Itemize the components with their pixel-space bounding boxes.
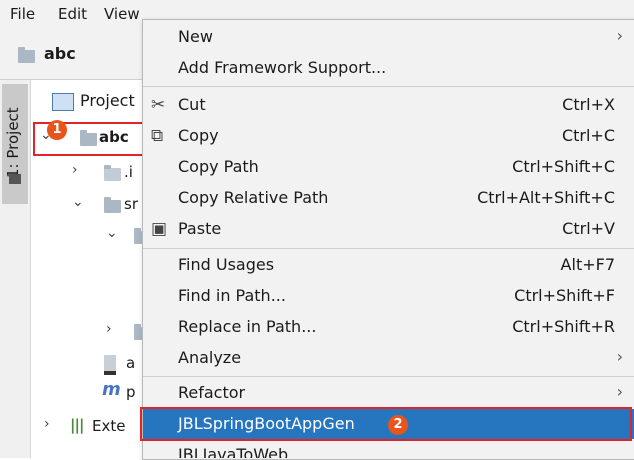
- menu-separator: [143, 248, 634, 249]
- menu-item-jbljavatoweb[interactable]: JBLJavaToWeb: [143, 440, 634, 458]
- maven-icon: m: [102, 379, 121, 400]
- breadcrumb-project[interactable]: abc: [44, 44, 76, 63]
- context-menu: New › Add Framework Support... ✂ Cut Ctr…: [142, 19, 634, 460]
- menu-item-label: Replace in Path...: [178, 317, 317, 336]
- step-badge-1: 1: [47, 120, 67, 140]
- menu-item-refactor[interactable]: Refactor ›: [143, 378, 634, 408]
- menu-item-shortcut: Alt+F7: [560, 255, 615, 274]
- libraries-icon: |||: [70, 416, 84, 434]
- tree-row-src[interactable]: ⌄ sr: [68, 191, 142, 217]
- menu-item-copy-relative-path[interactable]: Copy Relative Path Ctrl+Alt+Shift+C: [143, 183, 634, 213]
- menu-item-find-in-path[interactable]: Find in Path... Ctrl+Shift+F: [143, 281, 634, 311]
- folder-icon: [104, 197, 121, 213]
- menu-item-label: New: [178, 27, 213, 46]
- menu-item-cut[interactable]: ✂ Cut Ctrl+X: [143, 90, 634, 120]
- menu-item-shortcut: Ctrl+C: [561, 126, 615, 145]
- menu-item-analyze[interactable]: Analyze ›: [143, 343, 634, 373]
- menu-item-label: Analyze: [178, 348, 242, 367]
- tree-row-file-p[interactable]: m p: [98, 379, 142, 405]
- project-tab-icon: [9, 174, 21, 184]
- step-badge-2: 2: [388, 415, 408, 435]
- tree-row-file-a[interactable]: a: [98, 350, 142, 376]
- tree-row-test[interactable]: ›: [98, 318, 142, 344]
- chevron-right-icon[interactable]: ›: [72, 162, 78, 178]
- copy-icon: ⧉: [151, 126, 164, 146]
- menu-item-label: JBLJavaToWeb: [178, 445, 289, 458]
- menu-item-shortcut: Ctrl+X: [562, 95, 615, 114]
- menu-item-label: Add Framework Support...: [178, 58, 387, 77]
- menu-item-shortcut: Ctrl+Alt+Shift+C: [477, 188, 615, 207]
- project-view-icon: [52, 93, 74, 111]
- tree-row-external[interactable]: › ||| Exte: [36, 413, 142, 439]
- menu-item-label: Find Usages: [178, 255, 275, 274]
- tree-label-external: Exte: [92, 417, 126, 435]
- chevron-right-icon[interactable]: ›: [44, 416, 50, 432]
- menu-item-find-usages[interactable]: Find Usages Alt+F7: [143, 250, 634, 280]
- menu-item-shortcut: Ctrl+Shift+C: [512, 157, 615, 176]
- menu-item-shortcut: Ctrl+V: [562, 219, 615, 238]
- file-icon: [104, 355, 116, 375]
- menu-edit[interactable]: Edit: [58, 5, 87, 23]
- menu-item-label: Copy: [178, 126, 219, 145]
- clipboard-icon: ▣: [151, 219, 168, 239]
- menu-item-label: Paste: [178, 219, 222, 238]
- menu-item-label: Find in Path...: [178, 286, 286, 305]
- menu-item-copy-path[interactable]: Copy Path Ctrl+Shift+C: [143, 152, 634, 182]
- menu-item-label: Copy Path: [178, 157, 259, 176]
- menu-view[interactable]: View: [104, 5, 140, 23]
- menu-item-label: Copy Relative Path: [178, 188, 329, 207]
- submenu-arrow-icon: ›: [616, 382, 623, 401]
- chevron-down-icon[interactable]: ⌄: [106, 225, 118, 241]
- menu-item-new[interactable]: New ›: [143, 22, 634, 52]
- menu-item-shortcut: Ctrl+Shift+F: [514, 286, 615, 305]
- menu-separator: [143, 86, 634, 87]
- menu-item-paste[interactable]: ▣ Paste Ctrl+V: [143, 214, 634, 244]
- menu-item-add-framework-support[interactable]: Add Framework Support...: [143, 53, 634, 83]
- tree-row-idea[interactable]: › .i: [68, 159, 142, 185]
- menu-item-label: Refactor: [178, 383, 246, 402]
- folder-icon: [18, 47, 35, 63]
- menu-item-replace-in-path[interactable]: Replace in Path... Ctrl+Shift+R: [143, 312, 634, 342]
- tree-label-idea: .i: [124, 163, 133, 181]
- menu-separator: [143, 376, 634, 377]
- folder-icon: [104, 165, 121, 181]
- folder-icon: [134, 324, 142, 340]
- menu-item-copy[interactable]: ⧉ Copy Ctrl+C: [143, 121, 634, 151]
- panel-title[interactable]: Project: [80, 91, 135, 110]
- chevron-right-icon[interactable]: ›: [106, 321, 112, 337]
- submenu-arrow-icon: ›: [616, 347, 623, 366]
- callout-box-jbl: [140, 407, 632, 441]
- chevron-down-icon[interactable]: ⌄: [72, 194, 84, 210]
- menu-item-label: Cut: [178, 95, 206, 114]
- submenu-arrow-icon: ›: [616, 26, 623, 45]
- menu-file[interactable]: File: [10, 5, 35, 23]
- tree-label-file-a: a: [126, 354, 136, 372]
- tree-label-file-p: p: [126, 383, 136, 401]
- folder-icon: [134, 228, 142, 244]
- tree-row-main[interactable]: ⌄: [98, 222, 142, 248]
- scissors-icon: ✂: [151, 95, 166, 115]
- menu-item-shortcut: Ctrl+Shift+R: [512, 317, 615, 336]
- tree-label-src: sr: [124, 195, 138, 213]
